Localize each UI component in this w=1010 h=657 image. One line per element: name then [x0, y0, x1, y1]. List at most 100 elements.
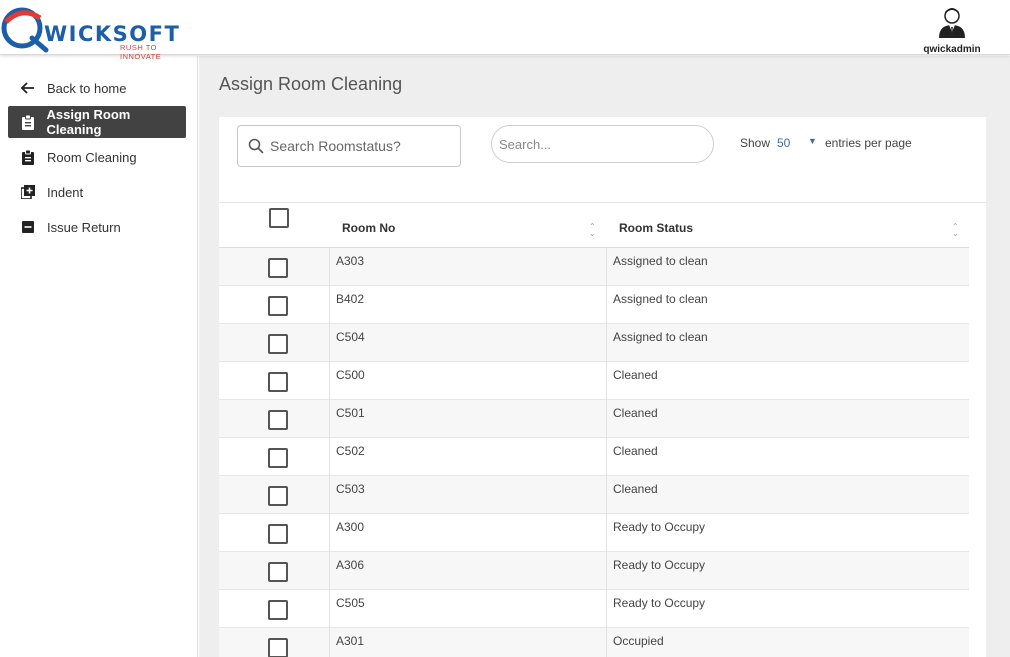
table-filter-search[interactable]: [491, 125, 714, 163]
room-status-text: Cleaned: [613, 406, 658, 420]
user-avatar-icon: [939, 8, 965, 38]
sort-icon[interactable]: ⌃ ⌄: [952, 223, 959, 238]
main-content: Assign Room Cleaning Show 50 ▼ entries p…: [199, 56, 1010, 657]
table-row[interactable]: A300 Ready to Occupy: [219, 514, 969, 552]
sidebar-item-label: Room Cleaning: [47, 149, 137, 165]
table-row[interactable]: B402 Assigned to clean: [219, 286, 969, 324]
roomstatus-search[interactable]: [237, 125, 461, 167]
cell-room-status: Cleaned: [606, 400, 969, 438]
search-icon: [248, 138, 264, 154]
entries-per-page-label: entries per page: [825, 136, 912, 150]
cell-room-no: C501: [329, 400, 606, 438]
sidebar: Back to home Assign Room Cleaning Room C…: [0, 56, 198, 657]
table-row[interactable]: A303 Assigned to clean: [219, 248, 969, 286]
cell-room-status: Ready to Occupy: [606, 514, 969, 552]
sidebar-item-issue-return[interactable]: Issue Return: [8, 211, 186, 243]
cell-room-no: C500: [329, 362, 606, 400]
row-checkbox[interactable]: [268, 372, 288, 392]
table-row[interactable]: C500 Cleaned: [219, 362, 969, 400]
table-row[interactable]: A306 Ready to Occupy: [219, 552, 969, 590]
cell-room-status: Ready to Occupy: [606, 552, 969, 590]
row-checkbox[interactable]: [268, 524, 288, 544]
row-checkbox[interactable]: [268, 638, 288, 657]
cell-room-no: A301: [329, 628, 606, 657]
library-add-icon: [16, 184, 40, 200]
cell-room-status: Assigned to clean: [606, 248, 969, 286]
room-status-text: Assigned to clean: [613, 330, 708, 344]
cell-room-no: C502: [329, 438, 606, 476]
sidebar-item-label: Issue Return: [47, 219, 121, 235]
room-status-text: Cleaned: [613, 482, 658, 496]
row-checkbox[interactable]: [268, 562, 288, 582]
sidebar-item-assign-room-cleaning[interactable]: Assign Room Cleaning: [8, 106, 186, 138]
row-checkbox[interactable]: [268, 448, 288, 468]
table-row[interactable]: A301 Occupied: [219, 628, 969, 657]
app-header: WICKSOFT RUSH TO INNOVATE qwickadmin: [0, 0, 1010, 61]
room-status-text: Occupied: [613, 634, 664, 648]
table-row[interactable]: C502 Cleaned: [219, 438, 969, 476]
room-no-text: B402: [336, 292, 365, 306]
table-row[interactable]: C505 Ready to Occupy: [219, 590, 969, 628]
select-all-checkbox[interactable]: [269, 208, 289, 228]
table-header: Room No ⌃ ⌄ Room Status ⌃ ⌄: [219, 203, 969, 248]
room-status-table: Room No ⌃ ⌄ Room Status ⌃ ⌄ A303 Assigned t…: [219, 202, 986, 657]
cell-room-no: C504: [329, 324, 606, 362]
room-no-text: A303: [336, 254, 365, 268]
room-status-text: Assigned to clean: [613, 292, 708, 306]
cell-room-no: B402: [329, 286, 606, 324]
room-no-text: C500: [336, 368, 365, 382]
cell-room-status: Assigned to clean: [606, 286, 969, 324]
arrow-left-icon: [16, 80, 40, 96]
qwicksoft-logo[interactable]: WICKSOFT RUSH TO INNOVATE: [0, 4, 200, 61]
column-header-room-no[interactable]: Room No: [342, 221, 395, 235]
cell-room-status: Ready to Occupy: [606, 590, 969, 628]
row-checkbox[interactable]: [268, 410, 288, 430]
room-status-text: Cleaned: [613, 444, 658, 458]
row-checkbox[interactable]: [268, 334, 288, 354]
column-header-room-status[interactable]: Room Status: [619, 221, 693, 235]
room-no-text: C503: [336, 482, 365, 496]
sidebar-item-room-cleaning[interactable]: Room Cleaning: [8, 141, 186, 173]
clipboard-icon: [16, 149, 40, 165]
table-row[interactable]: C504 Assigned to clean: [219, 324, 969, 362]
cell-room-status: Cleaned: [606, 438, 969, 476]
row-checkbox[interactable]: [268, 600, 288, 620]
table-row[interactable]: C501 Cleaned: [219, 400, 969, 438]
room-no-text: A301: [336, 634, 365, 648]
cell-room-no: A303: [329, 248, 606, 286]
room-status-card: Show 50 ▼ entries per page Room No ⌃⌄ Ro…: [219, 117, 986, 657]
row-checkbox[interactable]: [268, 486, 288, 506]
room-no-text: C501: [336, 406, 365, 420]
row-checkbox[interactable]: [268, 258, 288, 278]
row-checkbox[interactable]: [268, 296, 288, 316]
dropdown-arrow-icon[interactable]: ▼: [808, 136, 817, 146]
show-label: Show: [740, 136, 771, 150]
logo-tagline: RUSH TO INNOVATE: [120, 43, 162, 61]
room-no-text: C502: [336, 444, 365, 458]
cell-room-no: C505: [329, 590, 606, 628]
table-row[interactable]: C503 Cleaned: [219, 476, 969, 514]
sidebar-item-back-home[interactable]: Back to home: [8, 72, 186, 104]
minus-box-icon: [16, 219, 40, 235]
room-status-text: Ready to Occupy: [613, 558, 706, 572]
sidebar-item-label: Back to home: [47, 80, 127, 96]
sidebar-item-indent[interactable]: Indent: [8, 176, 186, 208]
roomstatus-search-input[interactable]: [270, 138, 450, 154]
table-filter-input[interactable]: [499, 136, 699, 152]
cell-room-no: A306: [329, 552, 606, 590]
cell-room-status: Cleaned: [606, 362, 969, 400]
room-status-text: Ready to Occupy: [613, 596, 706, 610]
room-status-text: Cleaned: [613, 368, 658, 382]
cell-room-no: C503: [329, 476, 606, 514]
username-label: qwickadmin: [923, 44, 981, 55]
room-status-text: Assigned to clean: [613, 254, 708, 268]
sidebar-item-label: Assign Room Cleaning: [46, 107, 131, 137]
cell-room-status: Cleaned: [606, 476, 969, 514]
entries-select[interactable]: 50: [777, 136, 790, 150]
cell-room-status: Occupied: [606, 628, 969, 657]
cell-room-no: A300: [329, 514, 606, 552]
room-status-text: Ready to Occupy: [613, 520, 706, 534]
sort-icon[interactable]: ⌃ ⌄: [589, 223, 596, 238]
room-no-text: C504: [336, 330, 365, 344]
page-title: Assign Room Cleaning: [219, 74, 403, 94]
